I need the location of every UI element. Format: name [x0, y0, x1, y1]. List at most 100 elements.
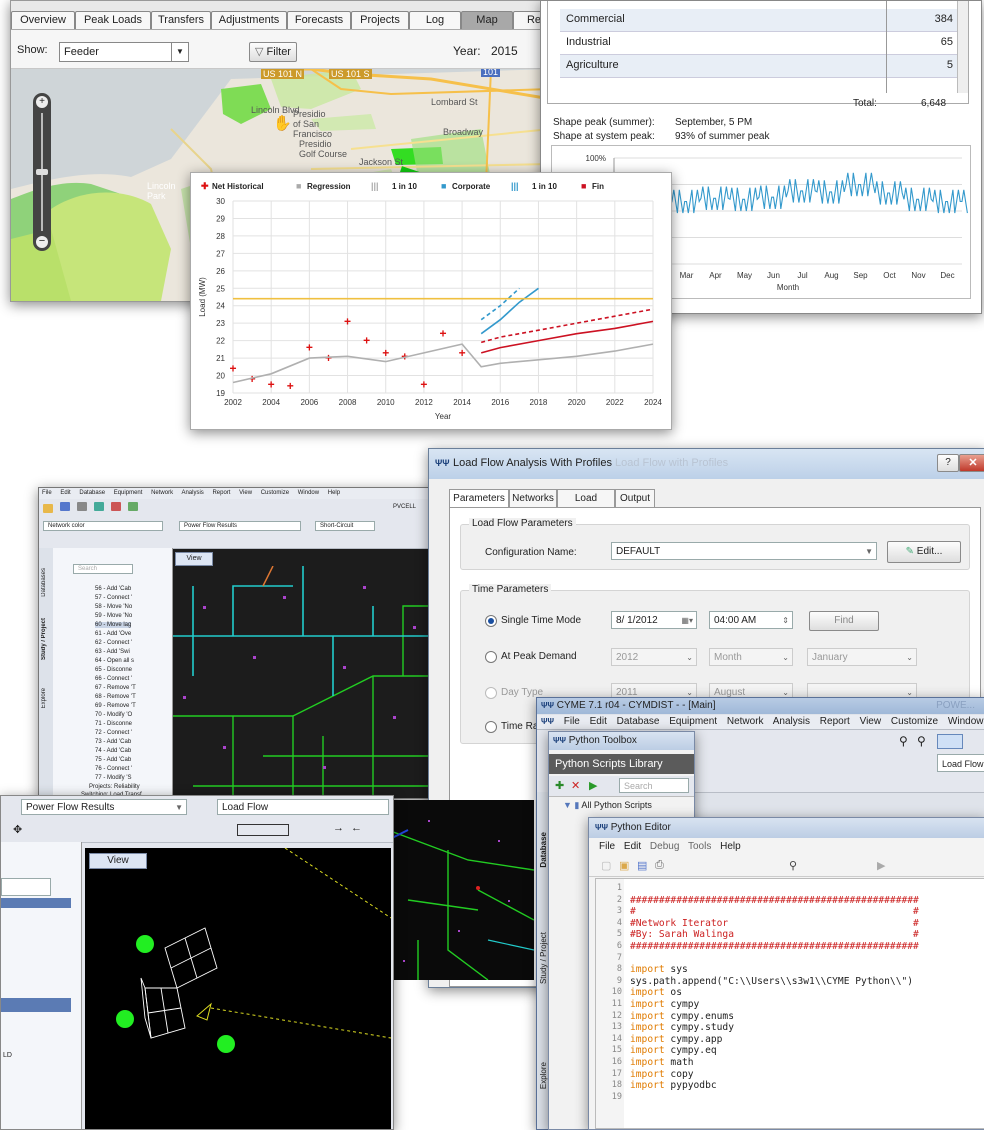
time-spinner[interactable]: 04:00 AM ⇕: [709, 611, 793, 629]
find-icon[interactable]: ⚲: [789, 859, 797, 872]
peak-year-select[interactable]: 2012 ⌄: [611, 648, 697, 666]
single-time-radio[interactable]: [485, 615, 497, 627]
run-script-icon[interactable]: ▶: [589, 779, 597, 792]
menu-equipment[interactable]: Equipment: [114, 490, 143, 496]
menu-edit[interactable]: Edit: [624, 841, 641, 852]
tree-item[interactable]: 73 - Add 'Cab: [95, 739, 131, 745]
menu-network[interactable]: Network: [727, 716, 764, 727]
time-range-radio[interactable]: [485, 721, 497, 733]
menu-window[interactable]: Window: [948, 716, 984, 727]
peak-month-select[interactable]: January ⌄: [807, 648, 917, 666]
print-icon[interactable]: [77, 501, 88, 511]
menu-help[interactable]: Help: [720, 841, 741, 852]
menu-file[interactable]: File: [42, 490, 52, 496]
menu-customize[interactable]: Customize: [891, 716, 938, 727]
filter-button[interactable]: ▽ Filter: [249, 42, 297, 62]
load-flow-select[interactable]: Load Flow: [937, 754, 984, 772]
move-icon[interactable]: ✥: [13, 823, 22, 836]
scripts-search[interactable]: Search: [619, 778, 689, 793]
load-flow-select[interactable]: Load Flow: [217, 799, 389, 815]
table-row[interactable]: Industrial 65: [560, 32, 963, 55]
menu-database[interactable]: Database: [617, 716, 660, 727]
tab-databases[interactable]: Databases: [41, 568, 47, 597]
menu-report[interactable]: Report: [820, 716, 850, 727]
new-file-icon[interactable]: ▢: [601, 859, 611, 872]
tree-item[interactable]: 77 - Modify 'S: [95, 775, 132, 781]
menu-view[interactable]: View: [860, 716, 882, 727]
tree-item[interactable]: 59 - Move 'No: [95, 613, 132, 619]
tree-item[interactable]: 72 - Connect ': [95, 730, 132, 736]
tree-item[interactable]: 58 - Move 'No: [95, 604, 132, 610]
tab-study-project[interactable]: Study / Project: [539, 932, 548, 984]
tree-item[interactable]: 75 - Add 'Cab: [95, 757, 131, 763]
close-icon[interactable]: ✕: [959, 454, 984, 472]
tree-item[interactable]: 66 - Connect ': [95, 676, 132, 682]
cyme-zoom-canvas[interactable]: View: [85, 848, 391, 1129]
zoom-in-icon[interactable]: +: [36, 96, 48, 108]
tree-item[interactable]: 60 - Move lag: [95, 622, 132, 628]
table-scrollbar[interactable]: [957, 1, 968, 93]
menu-analysis[interactable]: Analysis: [773, 716, 810, 727]
edit-button[interactable]: ✎ Edit...: [887, 541, 961, 563]
tree-item[interactable]: 65 - Disconne: [95, 667, 132, 673]
tab-database[interactable]: Database: [539, 832, 548, 868]
tab-output[interactable]: Output: [615, 489, 655, 508]
find-button[interactable]: Find: [809, 611, 879, 631]
menu-equipment[interactable]: Equipment: [669, 716, 717, 727]
menu-analysis[interactable]: Analysis: [181, 490, 203, 496]
explorer-search[interactable]: [1, 878, 51, 896]
menu-tools[interactable]: Tools: [688, 841, 711, 852]
add-script-icon[interactable]: ✚: [555, 779, 564, 792]
tree-item[interactable]: 74 - Add 'Cab: [95, 748, 131, 754]
menu-view[interactable]: View: [239, 490, 252, 496]
print-icon[interactable]: ⎙: [655, 859, 664, 872]
tab-peak-loads[interactable]: Peak Loads: [75, 11, 151, 29]
delete-script-icon[interactable]: ✕: [571, 779, 580, 792]
help-button[interactable]: ?: [937, 454, 959, 472]
date-picker[interactable]: 8/ 1/2012 ▦▾: [611, 611, 697, 629]
menu-edit[interactable]: Edit: [60, 490, 70, 496]
arrow-left-icon[interactable]: ←: [351, 822, 362, 834]
tree-item[interactable]: 67 - Remove 'T: [95, 685, 136, 691]
zoom-in-icon[interactable]: ⚲: [899, 734, 908, 748]
run-icon[interactable]: ▶: [877, 859, 885, 872]
menu-file[interactable]: File: [599, 841, 615, 852]
network-color-select[interactable]: Network color: [43, 521, 163, 531]
layout-icon[interactable]: [937, 734, 963, 749]
network-icon[interactable]: [94, 501, 105, 511]
tree-item[interactable]: 62 - Connect ': [95, 640, 132, 646]
day-type-radio[interactable]: [485, 687, 497, 699]
menu-network[interactable]: Network: [151, 490, 173, 496]
tab-study-project[interactable]: Study / Project: [41, 618, 47, 660]
menu-database[interactable]: Database: [79, 490, 105, 496]
zoom-icon[interactable]: [128, 501, 139, 511]
tab-networks[interactable]: Networks: [509, 489, 557, 508]
tab-log[interactable]: Log: [409, 11, 461, 29]
arrow-right-icon[interactable]: →: [333, 822, 344, 834]
tree-item[interactable]: 56 - Add 'Cab: [95, 586, 131, 592]
open-icon[interactable]: ▣: [619, 859, 629, 872]
tree-item[interactable]: 57 - Connect ': [95, 595, 132, 601]
undo-icon[interactable]: [111, 501, 122, 511]
save-icon[interactable]: [60, 501, 71, 511]
menu-report[interactable]: Report: [212, 490, 230, 496]
tree-item-all-scripts[interactable]: ▼ ▮ All Python Scripts: [563, 800, 652, 811]
tab-map[interactable]: Map: [461, 11, 513, 29]
tab-transfers[interactable]: Transfers: [151, 11, 211, 29]
tree-item[interactable]: 69 - Remove 'T: [95, 703, 136, 709]
open-icon[interactable]: [43, 504, 53, 513]
at-peak-radio[interactable]: [485, 651, 497, 663]
menu-customize[interactable]: Customize: [261, 490, 289, 496]
explorer-search[interactable]: Search: [73, 564, 133, 574]
tab-overview[interactable]: Overview: [11, 11, 75, 29]
zoom-slider[interactable]: + −: [33, 93, 51, 251]
zoom-out-icon[interactable]: −: [36, 236, 48, 248]
tab-parameters[interactable]: Parameters: [449, 489, 509, 508]
tab-forecasts[interactable]: Forecasts: [287, 11, 351, 29]
short-circuit-select[interactable]: Short-Circuit: [315, 521, 375, 531]
tab-projects[interactable]: Projects: [351, 11, 409, 29]
power-flow-select[interactable]: Power Flow Results: [179, 521, 301, 531]
menu-debug[interactable]: Debug: [650, 841, 679, 852]
tree-item[interactable]: 70 - Modify 'O: [95, 712, 132, 718]
menu-file[interactable]: File: [564, 716, 580, 727]
